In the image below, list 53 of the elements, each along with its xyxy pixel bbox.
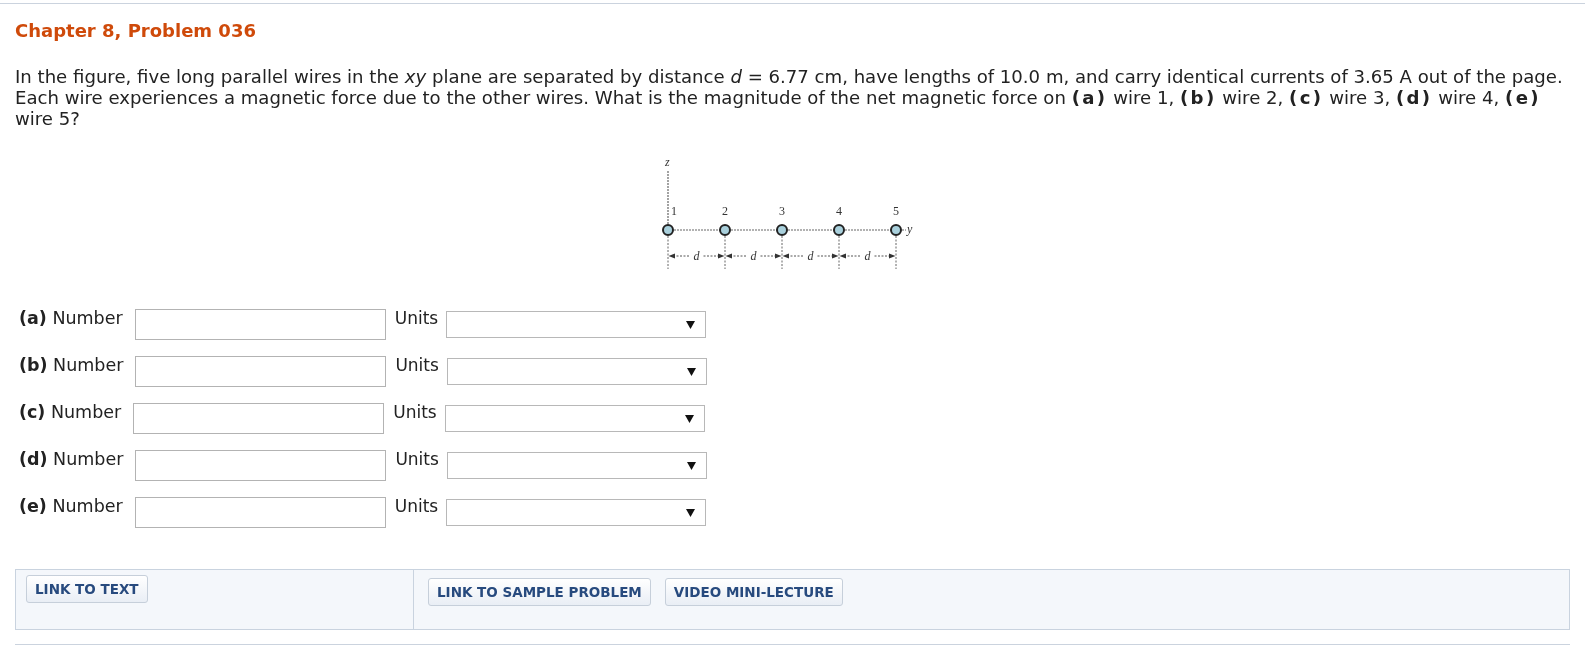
problem-text: In the figure, five long parallel wires in the xy plane are separated by distance d = 6.77 cm, have lengths of 10.0 m, and carry identical currents of 3.65 A out of the page. Each wire experiences a magnetic force due to the other wires. What is the magnitude of the net magnetic force on (a) wire 1, (b) wire 2, (c) wire 3, (d) wire 4, (e) wire 5? xyxy=(15,66,1564,129)
wire-number: 3 xyxy=(778,204,785,218)
link-button[interactable]: VIDEO MINI-LECTURE xyxy=(664,578,843,606)
units-dropdown[interactable] xyxy=(446,358,707,385)
link-button[interactable]: LINK TO SAMPLE PROBLEM xyxy=(428,578,651,606)
caret-icon xyxy=(684,414,694,423)
extension-line xyxy=(781,235,782,270)
wire-number: 5 xyxy=(892,204,899,218)
units-label: Units xyxy=(394,309,439,327)
number-input[interactable] xyxy=(135,356,387,387)
units-label: Units xyxy=(394,497,439,515)
answer-label: (d) Number xyxy=(18,450,124,468)
caret-icon xyxy=(686,508,696,517)
units-label: Units xyxy=(393,403,437,421)
wire-marker xyxy=(889,224,902,236)
wire-marker xyxy=(661,224,674,236)
units-dropdown[interactable] xyxy=(444,405,705,432)
extension-line xyxy=(895,235,896,270)
units-label: Units xyxy=(395,450,439,468)
number-input[interactable] xyxy=(133,403,385,434)
answer-label: (b) Number xyxy=(18,356,124,374)
wire-number: 4 xyxy=(835,204,842,218)
wire-number: 2 xyxy=(721,204,728,218)
answer-label: (e) Number xyxy=(18,497,123,515)
extension-line xyxy=(724,235,725,270)
answer-label: (c) Number xyxy=(18,403,122,421)
units-dropdown[interactable] xyxy=(446,452,707,479)
caret-icon xyxy=(686,320,696,329)
dimension-arrow xyxy=(668,253,690,259)
caret-icon xyxy=(686,367,696,376)
units-dropdown[interactable] xyxy=(446,499,707,526)
link-button[interactable]: LINK TO TEXT xyxy=(26,575,148,603)
problem-title: Chapter 8, Problem 036 xyxy=(15,20,257,42)
number-input[interactable] xyxy=(134,497,386,528)
units-label: Units xyxy=(395,356,439,374)
dimension-arrow xyxy=(873,253,895,259)
wire-marker xyxy=(832,224,845,236)
caret-icon xyxy=(686,461,696,470)
extension-line xyxy=(667,235,668,270)
answer-label: (a) Number xyxy=(18,309,123,327)
spacing-label: d xyxy=(864,249,870,263)
units-dropdown[interactable] xyxy=(446,311,707,338)
number-input[interactable] xyxy=(135,450,387,481)
wire-marker xyxy=(775,224,788,236)
wire-marker xyxy=(718,224,731,236)
extension-line xyxy=(838,235,839,270)
axis-label: y xyxy=(906,222,912,236)
axis-label: z xyxy=(664,155,670,169)
spacing-label: d xyxy=(807,249,813,263)
number-input[interactable] xyxy=(134,309,386,340)
wire-number: 1 xyxy=(670,204,677,218)
spacing-label: d xyxy=(693,249,699,263)
spacing-label: d xyxy=(750,249,756,263)
